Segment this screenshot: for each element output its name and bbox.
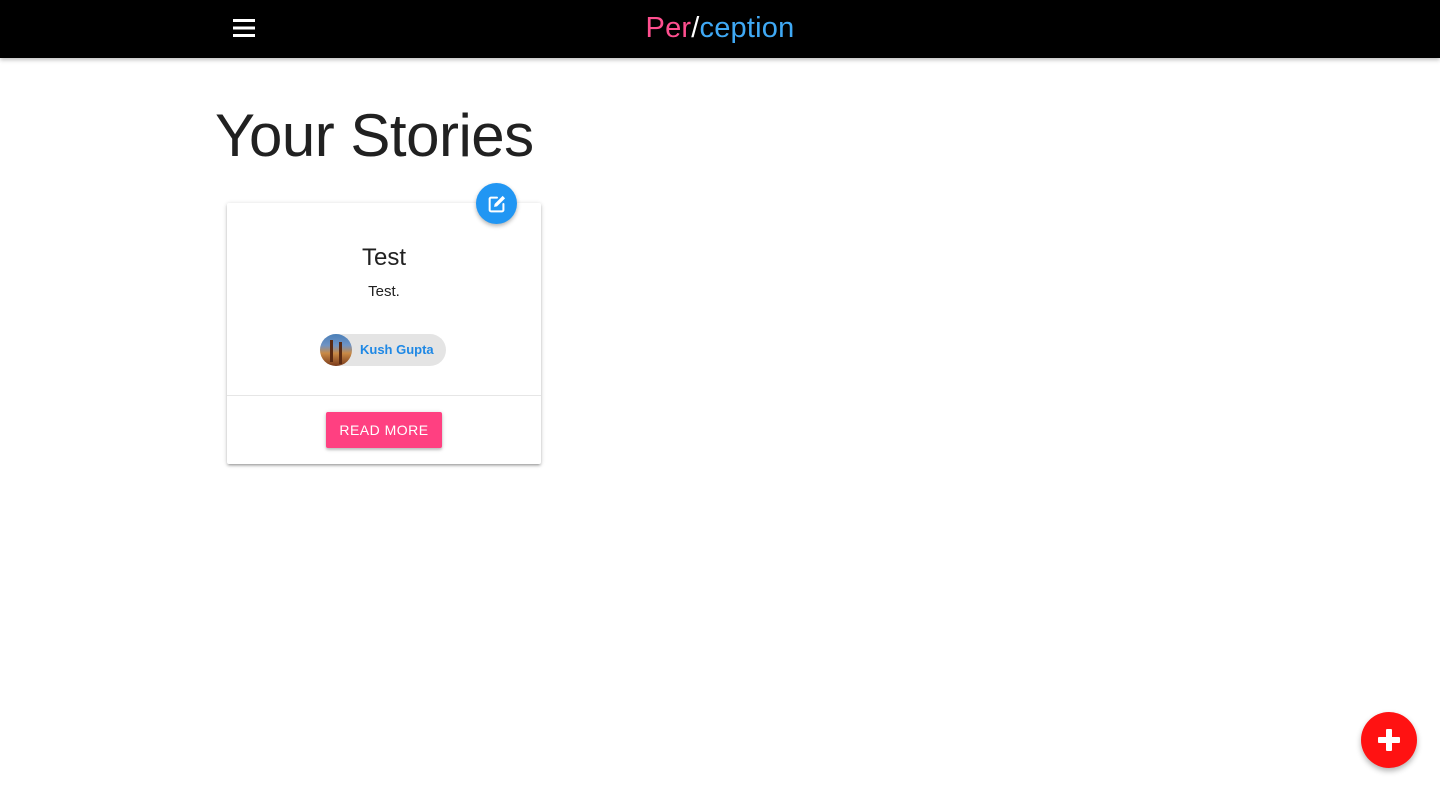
- brand-logo[interactable]: Per/ception: [0, 10, 1440, 46]
- edit-story-button[interactable]: [476, 183, 517, 224]
- story-card: Test Test. Kush Gupta Read More: [227, 203, 541, 464]
- brand-slash: /: [691, 12, 700, 44]
- plus-icon: [1378, 729, 1400, 751]
- story-title: Test: [361, 244, 406, 271]
- brand-part-per: Per: [645, 12, 692, 44]
- top-navbar: Per/ception: [0, 0, 1440, 58]
- read-more-button[interactable]: Read More: [326, 412, 442, 448]
- story-text: Test.: [368, 283, 400, 300]
- author-chip[interactable]: Kush Gupta: [320, 334, 446, 366]
- edit-icon: [488, 195, 505, 212]
- brand-part-ception: ception: [699, 12, 795, 44]
- author-avatar: [320, 334, 352, 366]
- card-divider: [227, 395, 541, 396]
- author-name: Kush Gupta: [360, 342, 434, 357]
- add-story-button[interactable]: [1361, 712, 1417, 768]
- page-title: Your Stories: [215, 102, 534, 169]
- app-window: Per/ception Your Stories Test Test. Kush…: [0, 0, 1440, 791]
